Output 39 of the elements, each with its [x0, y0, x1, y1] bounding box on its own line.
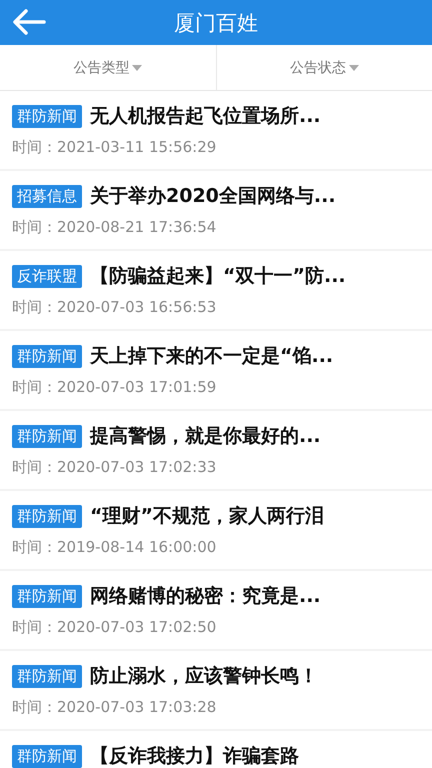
news-item[interactable]: 群防新闻 网络赌博的秘密：究竟是... 时间：2020-07-03 17:02:50 [0, 571, 432, 649]
category-tag: 反诈联盟 [12, 264, 82, 288]
news-title: 网络赌博的秘密：究竟是... [90, 584, 321, 609]
caret-icon [348, 64, 359, 70]
news-time: 时间：2020-07-03 17:03:28 [12, 698, 218, 717]
category-tag: 群防新闻 [12, 344, 82, 368]
news-time: 时间：2020-07-03 17:01:59 [12, 378, 218, 397]
news-title: 无人机报告起飞位置场所... [90, 104, 321, 129]
category-tag: 群防新闻 [12, 584, 82, 608]
news-item[interactable]: 群防新闻 天上掉下来的不一定是“馅... 时间：2020-07-03 17:01:59 [0, 331, 432, 409]
back-arrow-icon[interactable] [12, 9, 46, 35]
category-tag: 群防新闻 [12, 504, 82, 528]
category-tag: 群防新闻 [12, 424, 82, 448]
news-item[interactable]: 群防新闻 防止溺水，应该警钟长鸣！ 时间：2020-07-03 17:03:28 [0, 651, 432, 729]
news-time: 时间：2020-07-03 16:56:53 [12, 298, 218, 317]
category-tag: 群防新闻 [12, 104, 82, 128]
news-title: “理财”不规范，家人两行泪 [90, 504, 324, 529]
news-time: 时间：2021-03-11 15:56:29 [12, 138, 218, 157]
news-title: 关于举办2020全国网络与... [90, 184, 336, 209]
category-tag: 招募信息 [12, 184, 82, 208]
news-title: 【防骗益起来】“双十一”防... [90, 264, 346, 289]
caret-icon [132, 64, 142, 70]
news-item[interactable]: 反诈联盟 【防骗益起来】“双十一”防... 时间：2020-07-03 16:56:53 [0, 251, 432, 329]
news-item[interactable]: 招募信息 关于举办2020全国网络与... 时间：2020-08-21 17:36:54 [0, 171, 432, 249]
news-item[interactable]: 群防新闻 无人机报告起飞位置场所... 时间：2021-03-11 15:56:29 [0, 91, 432, 169]
news-time: 时间：2020-08-21 17:36:54 [12, 218, 218, 237]
news-time: 时间：2019-08-14 16:00:00 [12, 538, 218, 557]
category-tag: 群防新闻 [12, 664, 82, 688]
news-time: 时间：2020-07-03 17:02:50 [12, 618, 218, 637]
news-title: 【反诈我接力】诈骗套路 [90, 744, 299, 768]
page-title: 厦门百姓 [174, 10, 258, 36]
news-title: 天上掉下来的不一定是“馅... [90, 344, 334, 369]
category-tag: 群防新闻 [12, 744, 82, 768]
news-time: 时间：2020-07-03 17:02:33 [12, 458, 218, 477]
news-title: 防止溺水，应该警钟长鸣！ [90, 664, 318, 689]
news-item[interactable]: 群防新闻 “理财”不规范，家人两行泪 时间：2019-08-14 16:00:00 [0, 491, 432, 569]
news-title: 提高警惕，就是你最好的... [90, 424, 321, 449]
news-item[interactable]: 群防新闻 【反诈我接力】诈骗套路 [0, 731, 432, 768]
news-item[interactable]: 群防新闻 提高警惕，就是你最好的... 时间：2020-07-03 17:02:33 [0, 411, 432, 489]
